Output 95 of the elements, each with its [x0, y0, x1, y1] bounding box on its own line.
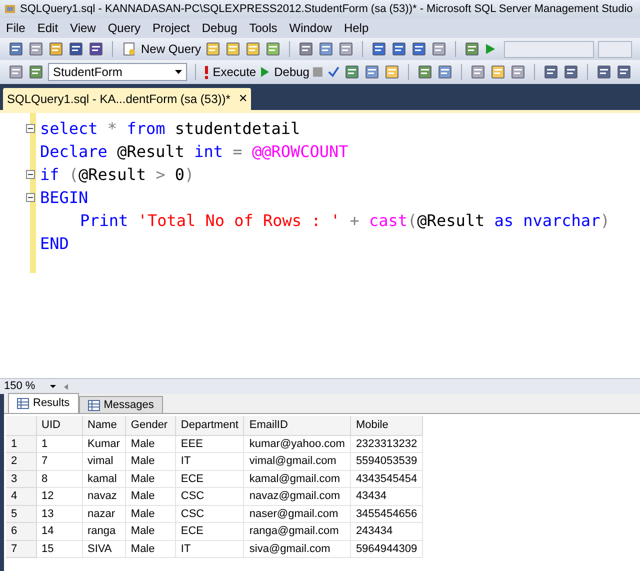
menu-item[interactable]: View	[64, 19, 102, 37]
menu-item[interactable]: Query	[102, 19, 147, 37]
table-cell: EEE	[175, 435, 244, 452]
table-cell: naser@gmail.com	[244, 505, 350, 522]
table-cell: 243434	[350, 522, 423, 540]
play-icon[interactable]	[484, 43, 496, 55]
row-number[interactable]: 6	[6, 522, 36, 540]
table-cell: ranga	[82, 522, 126, 540]
table-cell: Male	[125, 540, 176, 558]
dropdown-arrow-icon[interactable]	[174, 70, 182, 74]
new-query-icon	[121, 41, 137, 57]
code-line: if (@Result > 0)	[40, 164, 194, 186]
column-header[interactable]: Department	[175, 416, 244, 435]
menu-item[interactable]: Window	[283, 19, 338, 37]
execute-button[interactable]: Execute	[204, 63, 256, 81]
table-cell: 14	[36, 522, 82, 540]
table-cell: Male	[125, 522, 176, 540]
column-header[interactable]: Mobile	[350, 416, 423, 435]
table-cell: 1	[36, 435, 82, 452]
column-header[interactable]: Gender	[125, 416, 176, 435]
table-cell: Male	[125, 505, 176, 522]
code-line: Print 'Total No of Rows : ' + cast(@Result as nvarchar)	[79, 210, 610, 232]
grid-icon	[17, 398, 29, 409]
table-cell: 3455454656	[350, 505, 423, 522]
table-cell: 5964944309	[350, 540, 423, 558]
exclamation-icon	[204, 66, 209, 78]
table-cell: 4343545454	[350, 470, 423, 488]
table-cell: kamal@gmail.com	[244, 470, 350, 488]
table-cell: Male	[125, 452, 176, 470]
code-editor[interactable]: select * from studentdetail Declare @Result int = @@ROWCOUNT if (@Result > 0) BEGIN Print 'Total No of Rows : ' + cast(@Result as nvarchar) END	[0, 110, 640, 378]
table-cell: navaz	[82, 488, 126, 505]
column-header[interactable]: UID	[36, 416, 82, 435]
new-query-button[interactable]: New Query	[121, 40, 202, 58]
menu-item[interactable]: File	[0, 19, 32, 37]
row-number[interactable]: 4	[6, 488, 36, 505]
table-cell: vimal@gmail.com	[244, 452, 350, 470]
results-tab[interactable]: Messages	[78, 396, 163, 413]
dropdown-arrow-icon[interactable]	[50, 385, 56, 388]
table-cell: Kumar	[82, 435, 126, 452]
menu-item[interactable]: Help	[338, 19, 375, 37]
table-cell: 43434	[350, 488, 423, 505]
table-cell: 7	[36, 452, 82, 470]
table-cell: 13	[36, 505, 82, 522]
grid-icon	[88, 400, 100, 410]
scroll-left-icon[interactable]	[64, 384, 68, 390]
close-icon[interactable]: ✕	[238, 90, 248, 108]
column-header[interactable]: Name	[82, 416, 126, 435]
table-cell: Male	[125, 470, 176, 488]
table-cell: 5594053539	[350, 452, 423, 470]
play-icon	[260, 67, 270, 77]
table-cell: ECE	[175, 470, 244, 488]
collapse-icon[interactable]	[26, 124, 35, 133]
menu-item[interactable]: Debug	[196, 19, 244, 37]
row-number[interactable]: 2	[6, 452, 36, 470]
code-line: END	[40, 233, 69, 255]
zoom-dropdown[interactable]: 150 %	[4, 378, 56, 395]
table-cell: 12	[36, 488, 82, 505]
table-cell: SIVA	[82, 540, 126, 558]
row-number[interactable]: 5	[6, 505, 36, 522]
menu-item[interactable]: Project	[146, 19, 196, 37]
code-line: select * from studentdetail	[40, 118, 300, 140]
table-cell: IT	[175, 540, 244, 558]
column-header[interactable]: EmailID	[244, 416, 350, 435]
collapse-icon[interactable]	[26, 170, 35, 179]
table-cell: kamal	[82, 470, 126, 488]
table-cell: ECE	[175, 522, 244, 540]
menu-item[interactable]: Edit	[31, 19, 64, 37]
table-cell: Male	[125, 488, 176, 505]
table-cell: 2323313232	[350, 435, 423, 452]
check-icon[interactable]	[326, 65, 340, 79]
table-cell: kumar@yahoo.com	[244, 435, 350, 452]
table-cell: CSC	[175, 488, 244, 505]
table-cell: ranga@gmail.com	[244, 522, 350, 540]
table-cell: siva@gmail.com	[244, 540, 350, 558]
debug-button[interactable]: Debug	[260, 63, 310, 81]
app-icon	[4, 3, 16, 15]
database-dropdown[interactable]: StudentForm	[48, 63, 187, 81]
table-cell: vimal	[82, 452, 126, 470]
collapse-icon[interactable]	[26, 193, 35, 202]
window-title: SQLQuery1.sql - KANNADASAN-PC\SQLEXPRESS2012.StudentForm (sa (53))* - Microsoft SQL Server Management Studio	[20, 2, 633, 17]
table-cell: Male	[125, 435, 176, 452]
row-number[interactable]: 7	[6, 540, 36, 558]
table-cell: navaz@gmail.com	[244, 488, 350, 505]
menu-item[interactable]: Tools	[243, 19, 284, 37]
table-cell: CSC	[175, 505, 244, 522]
results-tab[interactable]: Results	[8, 393, 79, 413]
row-number[interactable]: 1	[6, 435, 36, 452]
code-line: Declare @Result int = @@ROWCOUNT	[40, 141, 348, 163]
document-tab[interactable]: SQLQuery1.sql - KA...dentForm (sa (53))* ✕	[3, 88, 252, 110]
table-cell: 8	[36, 470, 82, 488]
code-line: BEGIN	[40, 187, 88, 209]
table-cell: 15	[36, 540, 82, 558]
table-cell: nazar	[82, 505, 126, 522]
table-cell: IT	[175, 452, 244, 470]
row-number[interactable]: 3	[6, 470, 36, 488]
